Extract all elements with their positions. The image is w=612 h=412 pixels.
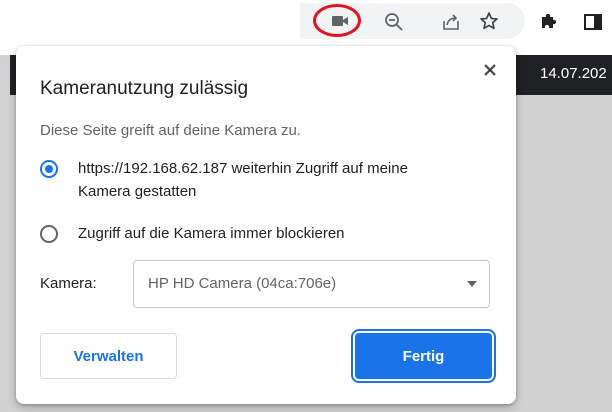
side-panel-icon[interactable]: [582, 11, 604, 33]
bubble-description: Diese Seite greift auf deine Kamera zu.: [40, 122, 301, 139]
page-left-edge: [0, 55, 10, 412]
dropdown-arrow-icon: [467, 281, 477, 287]
radio-block-access[interactable]: Zugriff auf die Kamera immer blockieren: [40, 224, 345, 245]
close-icon: [484, 64, 496, 76]
camera-label: Kamera:: [40, 275, 97, 292]
camera-permission-bubble: Kameranutzung zulässig Diese Seite greif…: [16, 46, 516, 404]
radio-block-label: Zugriff auf die Kamera immer blockieren: [78, 225, 345, 242]
page-date: 14.07.202: [540, 65, 607, 82]
radio-allow-access[interactable]: https://192.168.62.187 weiterhin Zugriff…: [40, 159, 458, 203]
extensions-icon[interactable]: [538, 10, 560, 32]
browser-toolbar: [0, 0, 612, 44]
radio-checked-icon[interactable]: [40, 160, 58, 178]
bubble-title: Kameranutzung zulässig: [40, 78, 249, 99]
zoom-out-icon[interactable]: [383, 11, 405, 33]
star-icon[interactable]: [478, 10, 500, 32]
close-button[interactable]: [478, 58, 502, 82]
camera-select-value: HP HD Camera (04ca:706e): [148, 275, 337, 292]
done-button[interactable]: Fertig: [355, 333, 492, 379]
share-icon[interactable]: [440, 11, 462, 33]
camera-icon[interactable]: [320, 7, 360, 35]
manage-button[interactable]: Verwalten: [40, 333, 177, 379]
radio-allow-label: https://192.168.62.187 weiterhin Zugriff…: [78, 160, 408, 200]
radio-unchecked-icon[interactable]: [40, 225, 58, 243]
camera-select[interactable]: HP HD Camera (04ca:706e): [133, 260, 490, 308]
